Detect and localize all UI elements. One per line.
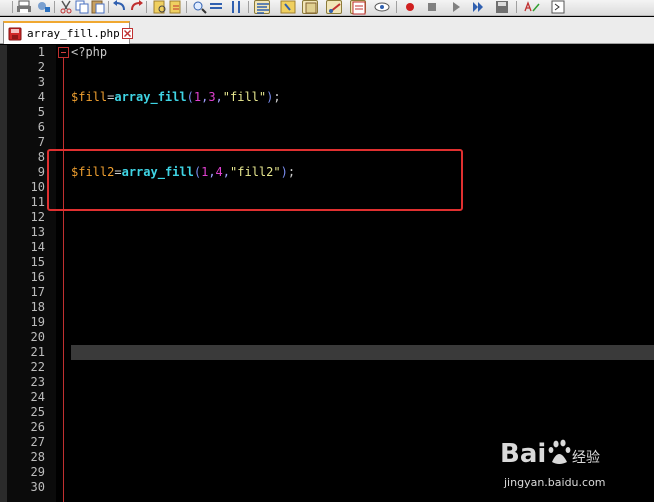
toolbar (0, 0, 654, 16)
line-number: 2 (37, 60, 45, 74)
variable-token: $fill (71, 90, 108, 104)
find-replace-icon[interactable] (168, 0, 184, 14)
replace-icon[interactable] (36, 0, 52, 14)
line-number: 9 (37, 165, 45, 179)
line-number: 7 (37, 135, 45, 149)
php-open-tag: <?php (71, 45, 108, 59)
line-number: 28 (30, 450, 45, 464)
toolbar-separator (54, 1, 55, 13)
line-number: 25 (30, 405, 45, 419)
tab-label: array_fill.php (27, 27, 120, 40)
toolbar-separator (516, 1, 517, 13)
line-number: 26 (30, 420, 45, 434)
redo-icon[interactable] (128, 0, 144, 14)
stop-macro-icon[interactable] (424, 0, 440, 14)
line-number: 24 (30, 390, 45, 404)
baidu-jingyan-watermark: Bai 经验 jingyan.baidu.com (500, 432, 650, 496)
svg-text:经验: 经验 (572, 450, 600, 466)
tab-array-fill[interactable]: array_fill.php (3, 21, 133, 44)
line-number: 16 (30, 270, 45, 284)
sync-vertical-icon[interactable] (228, 0, 244, 14)
spellcheck-icon[interactable] (524, 0, 540, 14)
line-number: 30 (30, 480, 45, 494)
close-tab-icon[interactable] (121, 28, 133, 39)
word-wrap-icon[interactable] (254, 0, 270, 14)
fold-guide (63, 58, 64, 502)
copy-icon[interactable] (74, 0, 90, 14)
line-number: 10 (30, 180, 45, 194)
toolbar-separator (186, 1, 187, 13)
zoom-in-icon[interactable] (192, 0, 208, 14)
line-number: 23 (30, 375, 45, 389)
number-token: 1 (193, 90, 202, 104)
doc-map-icon[interactable] (350, 0, 366, 15)
baidu-logo: Bai 经验 (500, 439, 600, 469)
line-number: 3 (37, 75, 45, 89)
svg-text:Bai: Bai (500, 439, 546, 469)
run-icon[interactable] (550, 0, 566, 14)
line-number-gutter: 1 2 3 4 5 6 7 8 9 10 11 12 13 14 15 16 17 18 19 20 21 22 23 24 2… (7, 45, 56, 502)
watermark-url: jingyan.baidu.com (504, 476, 606, 489)
number-token: 3 (208, 90, 216, 104)
line-number: 17 (30, 285, 45, 299)
line-number: 15 (30, 255, 45, 269)
language-icon[interactable] (326, 0, 342, 14)
line-number: 27 (30, 435, 45, 449)
indent-guide-icon[interactable] (302, 0, 318, 14)
unsaved-file-icon (8, 27, 22, 40)
run-macro-icon[interactable] (470, 0, 486, 14)
toolbar-separator (108, 1, 109, 13)
toolbar-separator (12, 1, 13, 13)
line-number: 13 (30, 225, 45, 239)
function-token: array_fill (114, 90, 187, 104)
line-number: 12 (30, 210, 45, 224)
cut-icon[interactable] (58, 0, 74, 14)
record-macro-icon[interactable] (402, 0, 418, 14)
line-number: 4 (37, 90, 45, 104)
code-line-1: <?php (71, 45, 107, 60)
line-number: 21 (30, 345, 45, 359)
toolbar-separator (396, 1, 397, 13)
fold-toggle-icon[interactable] (58, 47, 69, 58)
paste-icon[interactable] (90, 0, 106, 14)
monitor-icon[interactable] (374, 0, 390, 14)
zoom-out-icon[interactable] (208, 0, 224, 14)
line-number: 19 (30, 315, 45, 329)
tab-bar: array_fill.php (0, 17, 654, 44)
undo-icon[interactable] (112, 0, 128, 14)
line-number: 8 (37, 150, 45, 164)
show-all-chars-icon[interactable] (280, 0, 296, 14)
save-macro-icon[interactable] (494, 0, 510, 14)
line-number: 11 (30, 195, 45, 209)
string-token: "fill" (222, 90, 267, 104)
line-number: 14 (30, 240, 45, 254)
code-line-4: $fill=array_fill(1,3,"fill"); (71, 90, 281, 105)
line-number: 18 (30, 300, 45, 314)
semicolon-token: ; (273, 90, 281, 104)
line-number: 1 (37, 45, 45, 59)
annotation-highlight-box (47, 149, 463, 211)
line-number: 5 (37, 105, 45, 119)
comma-token: , (215, 90, 223, 104)
line-number: 29 (30, 465, 45, 479)
toolbar-separator (146, 1, 147, 13)
play-macro-icon[interactable] (448, 0, 464, 14)
paren-token: ( (186, 90, 194, 104)
line-number: 20 (30, 330, 45, 344)
line-number: 6 (37, 120, 45, 134)
toolbar-separator (248, 1, 249, 13)
selection-margin (0, 45, 7, 502)
find-icon[interactable] (152, 0, 168, 14)
print-icon[interactable] (16, 0, 32, 14)
line-number: 22 (30, 360, 45, 374)
